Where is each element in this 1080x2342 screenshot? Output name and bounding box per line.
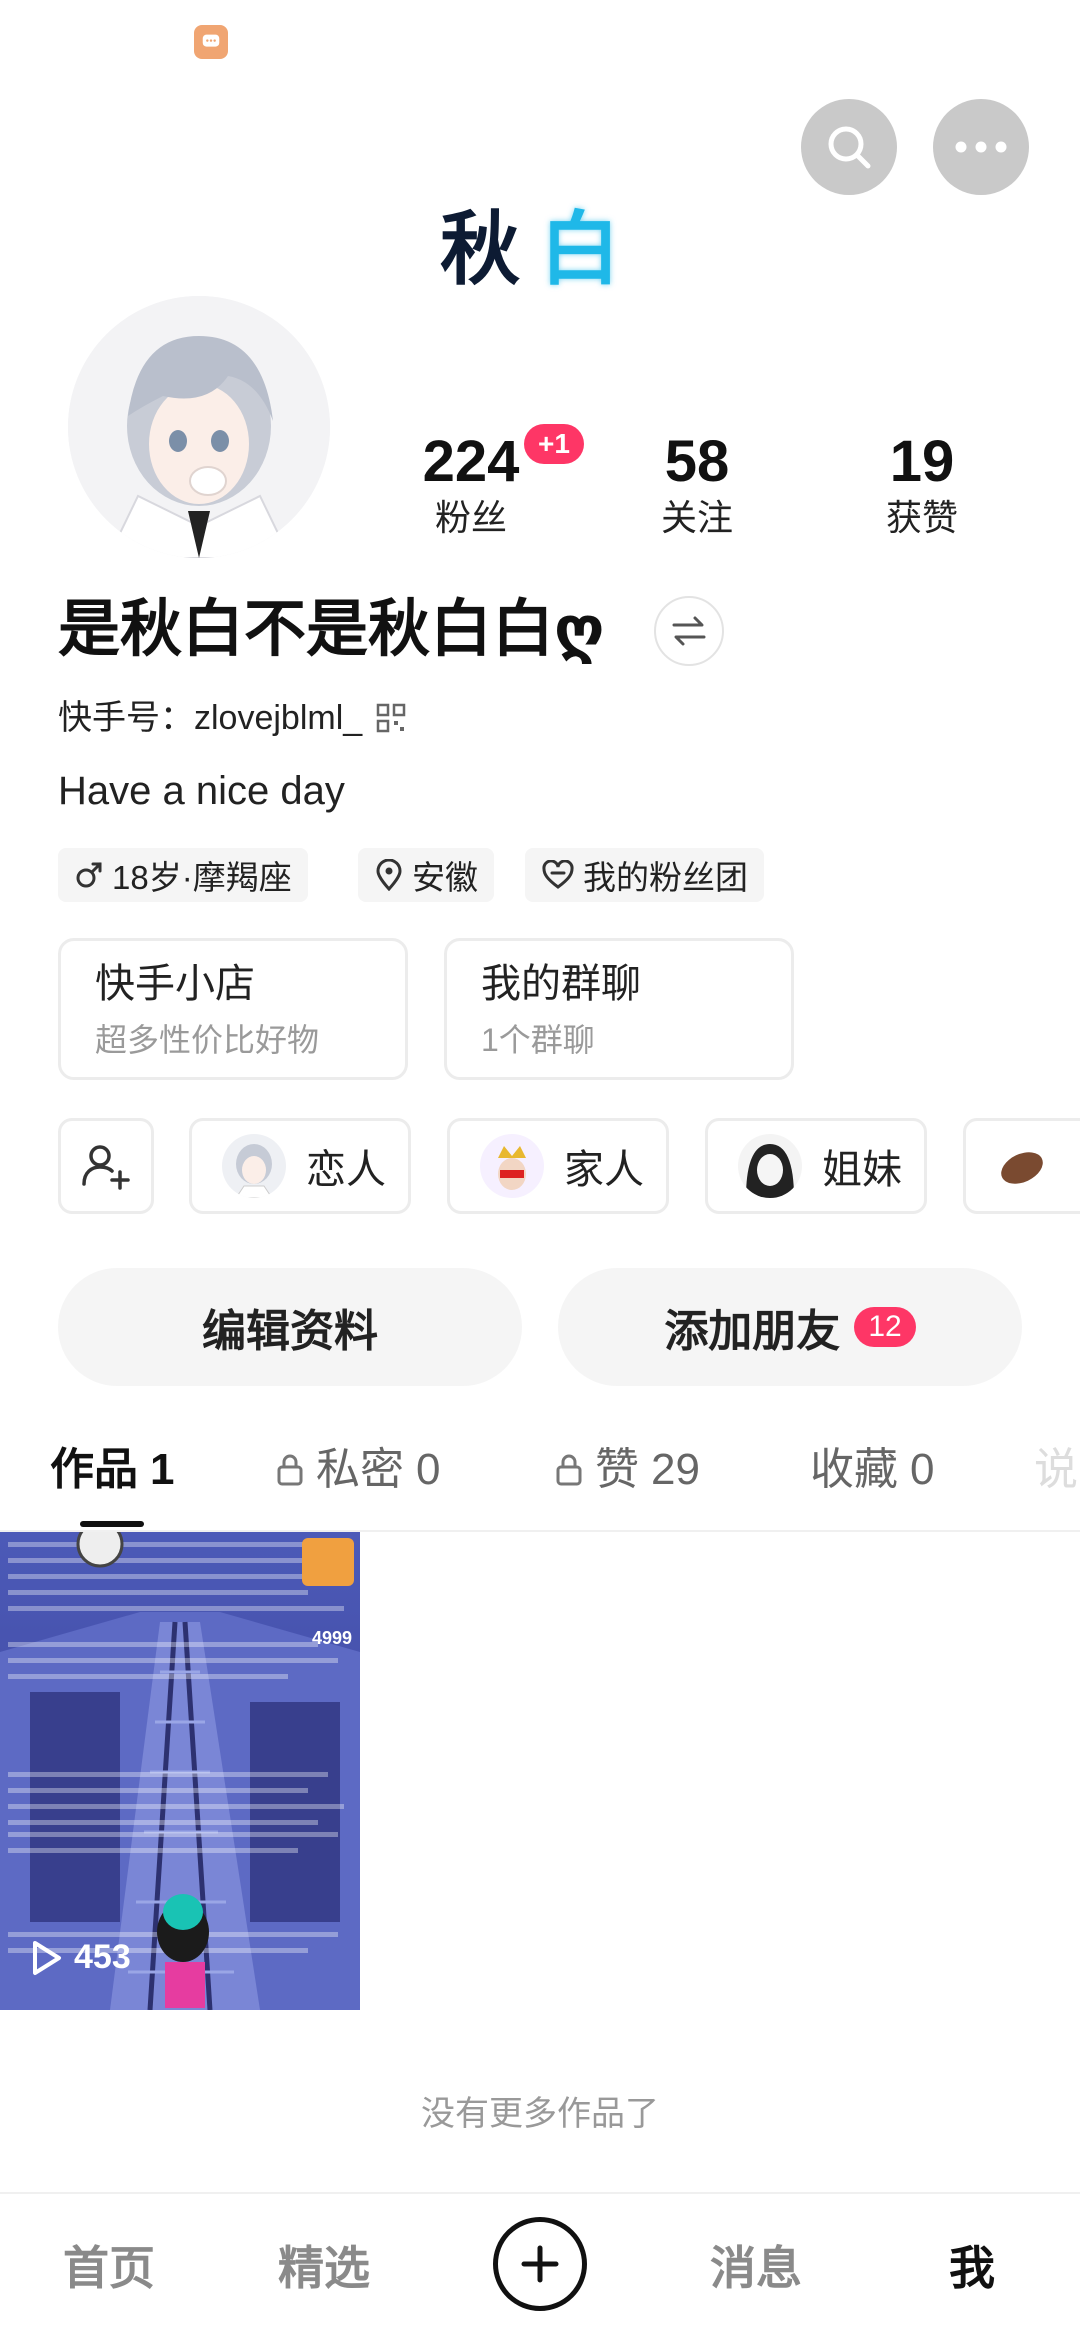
- decorative-title-left: 秋: [440, 202, 540, 296]
- more-button[interactable]: [933, 99, 1029, 195]
- relation-chip-more[interactable]: [963, 1118, 1080, 1214]
- kuaishou-id-row[interactable]: 快手号： zlovejblml_: [58, 696, 406, 740]
- kuaishou-id-label: 快手号：: [58, 699, 194, 737]
- new-followers-badge: +1: [524, 424, 584, 464]
- tab-private[interactable]: 私密 0: [276, 1440, 440, 1500]
- tab-works[interactable]: 作品 1: [50, 1440, 174, 1500]
- tag-fan-group[interactable]: 我的粉丝团: [525, 848, 764, 902]
- switch-icon: [672, 616, 706, 646]
- nav-featured[interactable]: 精选: [244, 2240, 404, 2296]
- plus-icon: [521, 2245, 559, 2283]
- tab-works-count: 1: [150, 1445, 175, 1494]
- following-count: 58: [664, 429, 730, 494]
- relation-avatar: [222, 1134, 286, 1198]
- following-label: 关注: [660, 497, 733, 538]
- add-friend-button[interactable]: 添加朋友 12: [558, 1268, 1022, 1386]
- stat-likes[interactable]: 19 获赞: [837, 430, 1007, 540]
- nav-me[interactable]: 我: [892, 2240, 1052, 2296]
- no-more-works-text: 没有更多作品了: [421, 2095, 659, 2133]
- tab-works-label: 作品: [50, 1445, 138, 1494]
- video-corner-badge: 4999: [311, 1628, 352, 1648]
- tab-liked-count: 29: [651, 1445, 700, 1494]
- bio: Have a nice day: [58, 769, 345, 813]
- tab-talk[interactable]: 说: [1034, 1440, 1078, 1500]
- add-relation-button[interactable]: [58, 1118, 154, 1214]
- tag-age[interactable]: 18岁·摩羯座: [58, 848, 308, 902]
- tag-location[interactable]: 安徽: [358, 848, 494, 902]
- decorative-title-right: 白: [540, 202, 640, 296]
- shop-card-title: 快手小店: [95, 962, 255, 1006]
- tag-location-label: 安徽: [412, 859, 478, 896]
- relation-label: 家人: [564, 1148, 644, 1192]
- shop-card-subtitle: 超多性价比好物: [95, 1022, 320, 1058]
- more-icon: [955, 141, 1007, 153]
- qrcode-icon[interactable]: [376, 703, 406, 733]
- likes-label: 获赞: [885, 497, 958, 538]
- relation-avatar: [992, 1134, 1056, 1198]
- shop-card[interactable]: 快手小店 超多性价比好物: [58, 938, 408, 1080]
- nav-messages[interactable]: 消息: [676, 2240, 836, 2296]
- edit-profile-label: 编辑资料: [202, 1307, 378, 1356]
- create-button[interactable]: [493, 2217, 587, 2311]
- relation-avatar: [738, 1134, 802, 1198]
- add-friend-icon: [82, 1145, 130, 1190]
- relation-chip-family[interactable]: 家人: [447, 1118, 669, 1214]
- relation-chip-lover[interactable]: 恋人: [189, 1118, 411, 1214]
- followers-label: 粉丝: [434, 497, 507, 538]
- relation-label: 姐妹: [822, 1148, 902, 1192]
- tab-talk-label: 说: [1034, 1445, 1078, 1494]
- search-button[interactable]: [801, 99, 897, 195]
- relation-label: 恋人: [306, 1148, 386, 1192]
- heart-icon: [542, 860, 574, 889]
- play-icon: [33, 1940, 61, 1975]
- avatar[interactable]: [68, 296, 330, 558]
- group-chat-card[interactable]: 我的群聊 1个群聊: [444, 938, 794, 1080]
- tab-indicator: [80, 1521, 144, 1527]
- tab-liked[interactable]: 赞 29: [555, 1440, 700, 1500]
- search-icon: [828, 126, 871, 169]
- nickname: 是秋白不是秋白白ღ: [58, 595, 605, 664]
- lock-icon: [556, 1454, 582, 1486]
- nav-home[interactable]: 首页: [29, 2240, 189, 2296]
- play-count-value: 453: [74, 1938, 131, 1976]
- tab-liked-label: 赞: [595, 1445, 639, 1494]
- tab-favorites[interactable]: 收藏 0: [810, 1440, 934, 1500]
- play-count: 453: [30, 1938, 131, 1977]
- tag-fan-group-label: 我的粉丝团: [583, 859, 748, 896]
- relation-avatar: [480, 1134, 544, 1198]
- group-chat-card-subtitle: 1个群聊: [481, 1022, 595, 1058]
- group-chat-card-title: 我的群聊: [481, 962, 641, 1006]
- likes-count: 19: [889, 429, 955, 494]
- tab-favorites-label: 收藏: [810, 1445, 898, 1494]
- relation-chip-sisters[interactable]: 姐妹: [705, 1118, 927, 1214]
- tab-private-label: 私密: [316, 1445, 404, 1494]
- lock-icon: [277, 1454, 303, 1486]
- location-icon: [376, 859, 402, 891]
- edit-profile-button[interactable]: 编辑资料: [58, 1268, 522, 1386]
- tab-favorites-count: 0: [910, 1445, 935, 1494]
- male-icon: [76, 862, 102, 888]
- add-friend-label: 添加朋友: [664, 1307, 841, 1356]
- switch-account-button[interactable]: [654, 596, 724, 666]
- message-notification-icon: [194, 25, 228, 59]
- stat-following[interactable]: 58 关注: [612, 430, 782, 540]
- kuaishou-id: zlovejblml_: [194, 699, 363, 737]
- tab-private-count: 0: [416, 1445, 441, 1494]
- decorative-title: 秋白: [0, 185, 1080, 301]
- add-friend-badge: 12: [854, 1307, 916, 1347]
- tag-age-label: 18岁·摩羯座: [112, 859, 292, 896]
